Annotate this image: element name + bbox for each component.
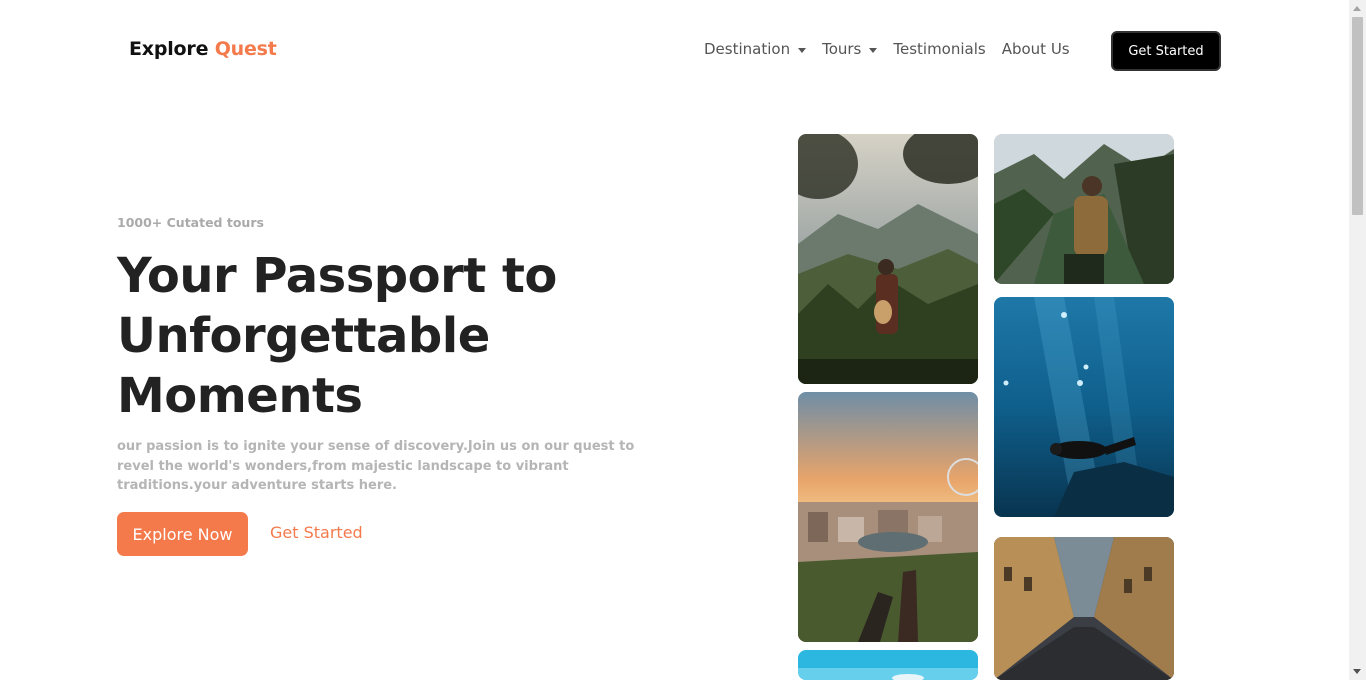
city-sunset-overlook-photo [798, 392, 978, 642]
scroll-thumb[interactable] [1352, 17, 1363, 215]
nav-item-label: About Us [1001, 40, 1070, 58]
hiker-forest-valley-photo [994, 134, 1174, 284]
nav-item-tours[interactable]: Tours [822, 40, 878, 58]
headline-line: Your Passport to [117, 248, 557, 304]
chevron-down-icon [869, 47, 878, 53]
chevron-down-icon [798, 47, 807, 53]
hero-description: our passion is to ignite your sense of d… [117, 439, 635, 493]
explore-now-button[interactable]: Explore Now [117, 512, 248, 556]
guitarist-mountain-photo [798, 134, 978, 384]
headline-line: Moments [117, 368, 363, 424]
nav-item-about-us[interactable]: About Us [1002, 40, 1070, 58]
nav-item-label: Tours [822, 40, 862, 58]
nav-get-started-button[interactable]: Get Started [1111, 31, 1221, 71]
sky-beach-photo [798, 650, 978, 680]
nav-item-label: Destination [704, 40, 791, 58]
hero-eyebrow: 1000+ Cutated tours [117, 215, 264, 230]
scuba-diver-ocean-photo [994, 297, 1174, 517]
main-nav: Destination Tours Testimonials About Us [704, 40, 1070, 58]
brand-name: Explore [129, 38, 209, 60]
hero-headline: Your Passport to Unforgettable Moments [117, 246, 717, 426]
nav-item-destination[interactable]: Destination [704, 40, 807, 58]
scroll-up-arrow-icon[interactable] [1353, 6, 1361, 11]
nav-item-testimonials[interactable]: Testimonials [893, 40, 985, 58]
nav-item-label: Testimonials [893, 40, 986, 58]
scroll-down-arrow-icon[interactable] [1353, 669, 1361, 674]
page-scrollbar[interactable] [1349, 0, 1366, 680]
brand-accent: Quest [214, 38, 277, 60]
brand-logo[interactable]: Explore Quest [129, 38, 277, 60]
cobblestone-street-photo [994, 537, 1174, 680]
get-started-link[interactable]: Get Started [270, 523, 363, 542]
headline-line: Unforgettable [117, 308, 490, 364]
